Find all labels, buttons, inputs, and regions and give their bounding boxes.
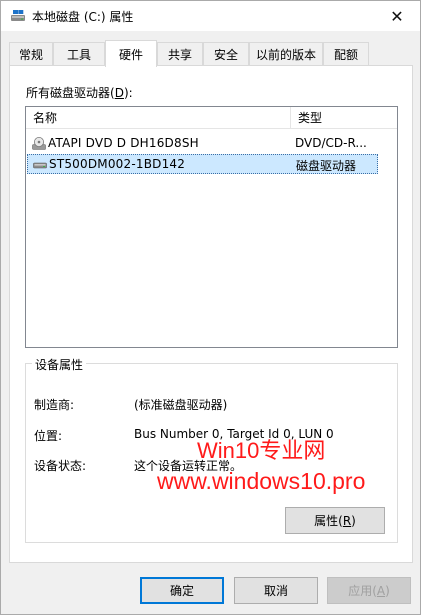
tab-sharing[interactable]: 共享: [157, 42, 203, 66]
drive-type: 磁盘驱动器: [296, 159, 357, 173]
drive-name: ATAPI DVD D DH16D8SH: [48, 136, 199, 150]
drive-type: DVD/CD-R...: [295, 136, 367, 150]
drive-name: ST500DM002-1BD142: [49, 157, 186, 171]
status-value: 这个设备运转正常。: [134, 459, 243, 473]
list-item[interactable]: ATAPI DVD D DH16D8SH DVD/CD-R...: [27, 134, 378, 154]
manufacturer-value: (标准磁盘驱动器): [134, 398, 228, 412]
location-value: Bus Number 0, Target Id 0, LUN 0: [134, 427, 334, 441]
tab-hardware[interactable]: 硬件: [105, 40, 157, 67]
tab-security[interactable]: 安全: [203, 42, 249, 66]
drives-list[interactable]: 名称 类型 ATAPI DVD D DH16D8SH DVD/CD-R... S…: [25, 106, 398, 348]
tab-general[interactable]: 常规: [9, 42, 53, 66]
drive-icon: [10, 9, 26, 23]
close-icon: ✕: [390, 6, 404, 26]
list-header: 名称 类型: [26, 107, 397, 129]
apply-button[interactable]: 应用(A): [327, 577, 411, 604]
tab-quota[interactable]: 配额: [323, 42, 369, 66]
device-properties-group: 设备属性 制造商: (标准磁盘驱动器) 位置: Bus Number 0, Ta…: [25, 356, 398, 543]
location-label: 位置:: [34, 429, 63, 443]
disk-drive-icon: [33, 158, 47, 171]
ok-button[interactable]: 确定: [140, 577, 224, 604]
dvd-drive-icon: [32, 137, 46, 150]
title-bar: 本地磁盘 (C:) 属性 ✕: [1, 1, 420, 31]
device-properties-button[interactable]: 属性(R): [285, 507, 385, 534]
group-title: 设备属性: [32, 356, 87, 373]
list-item-selected[interactable]: ST500DM002-1BD142 磁盘驱动器: [27, 154, 378, 174]
column-header-name[interactable]: 名称: [26, 107, 290, 129]
all-drives-label: 所有磁盘驱动器(D):: [26, 86, 133, 100]
properties-dialog: 本地磁盘 (C:) 属性 ✕ 常规 工具 硬件 共享 安全 以前的版本 配额 所…: [0, 0, 421, 615]
status-label: 设备状态:: [34, 459, 87, 473]
window-title: 本地磁盘 (C:) 属性: [32, 10, 134, 24]
column-header-type[interactable]: 类型: [291, 107, 397, 129]
cancel-button[interactable]: 取消: [234, 577, 318, 604]
hardware-panel: 所有磁盘驱动器(D): 名称 类型 ATAPI DVD D DH16D8SH D…: [9, 65, 413, 563]
tab-previous-versions[interactable]: 以前的版本: [249, 42, 323, 66]
close-button[interactable]: ✕: [374, 1, 420, 31]
manufacturer-label: 制造商:: [34, 398, 75, 412]
tab-tools[interactable]: 工具: [53, 42, 105, 66]
